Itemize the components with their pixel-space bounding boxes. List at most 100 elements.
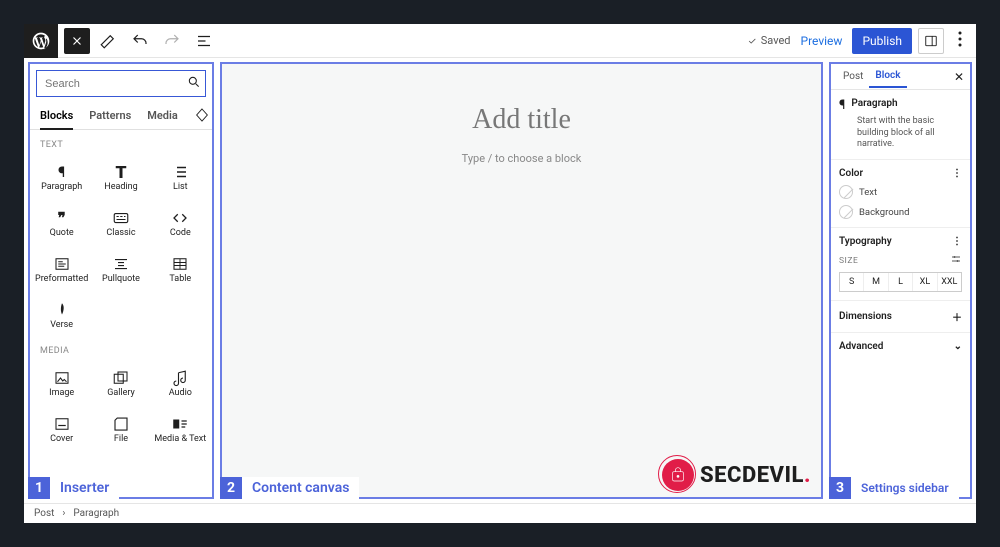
- annotation-canvas: 2 Content canvas: [220, 477, 359, 499]
- typography-options-icon[interactable]: ⋮: [952, 236, 962, 247]
- size-xxl[interactable]: XXL: [938, 273, 961, 291]
- publish-button[interactable]: Publish: [852, 28, 912, 54]
- size-label: SIZE: [839, 256, 858, 266]
- settings-sidebar: Post Block ✕ ¶ Paragraph Start with the …: [829, 62, 972, 499]
- gallery-icon: [112, 368, 130, 388]
- post-title-placeholder[interactable]: Add title: [472, 104, 571, 136]
- cover-icon: [53, 414, 71, 434]
- chevron-right-icon: ›: [62, 508, 65, 519]
- dimensions-panel[interactable]: Dimensions ＋: [831, 301, 970, 333]
- topbar: Saved Preview Publish: [24, 24, 976, 58]
- classic-icon: [112, 208, 130, 228]
- wordpress-logo[interactable]: [24, 24, 58, 58]
- file-icon: [112, 414, 130, 434]
- edit-icon[interactable]: [94, 27, 122, 55]
- redo-button[interactable]: [158, 27, 186, 55]
- advanced-heading: Advanced: [839, 341, 883, 352]
- block-gallery[interactable]: Gallery: [91, 360, 150, 404]
- font-size-selector[interactable]: S M L XL XXL: [839, 272, 962, 292]
- pullquote-icon: [112, 254, 130, 274]
- main-area: Blocks Patterns Media TEXT ¶Paragraph He…: [24, 58, 976, 503]
- swatch-icon: [839, 185, 853, 199]
- block-image[interactable]: Image: [32, 360, 91, 404]
- block-pullquote[interactable]: Pullquote: [91, 246, 150, 290]
- block-code[interactable]: Code: [151, 200, 210, 244]
- close-settings-button[interactable]: ✕: [954, 70, 964, 84]
- block-audio[interactable]: Audio: [151, 360, 210, 404]
- explore-arrow-icon[interactable]: [194, 107, 210, 126]
- preformatted-icon: [53, 254, 71, 274]
- annotation-inserter: 1 Inserter: [28, 477, 119, 499]
- brand-logo-icon: [662, 459, 694, 491]
- block-verse[interactable]: Verse: [32, 292, 91, 336]
- paragraph-icon: ¶: [839, 98, 845, 113]
- quote-icon: ❞: [58, 208, 66, 228]
- crumb-post[interactable]: Post: [34, 508, 54, 519]
- preview-button[interactable]: Preview: [801, 34, 843, 48]
- tab-blocks[interactable]: Blocks: [40, 103, 73, 129]
- audio-icon: [171, 368, 189, 388]
- block-quote[interactable]: ❞Quote: [32, 200, 91, 244]
- color-heading: Color: [839, 168, 863, 179]
- block-media-text[interactable]: Media & Text: [151, 406, 210, 450]
- sidebar-toggle-button[interactable]: [918, 28, 944, 54]
- media-text-icon: [171, 414, 189, 434]
- search-icon: [187, 75, 201, 92]
- color-options-icon[interactable]: ⋮: [952, 168, 962, 179]
- advanced-panel[interactable]: Advanced ⌄: [831, 333, 970, 360]
- block-file[interactable]: File: [91, 406, 150, 450]
- document-overview-button[interactable]: [190, 27, 218, 55]
- color-panel: Color ⋮ Text Background: [831, 160, 970, 228]
- heading-icon: [112, 162, 130, 182]
- color-background-row[interactable]: Background: [839, 205, 962, 219]
- tab-post[interactable]: Post: [837, 66, 869, 87]
- size-l[interactable]: L: [889, 273, 913, 291]
- brand-watermark: SECDEVIL.: [662, 459, 811, 491]
- undo-button[interactable]: [126, 27, 154, 55]
- image-icon: [53, 368, 71, 388]
- annotation-settings: 3 Settings sidebar: [829, 477, 959, 499]
- size-xl[interactable]: XL: [913, 273, 937, 291]
- tab-block[interactable]: Block: [869, 65, 906, 88]
- section-heading-media: MEDIA: [30, 336, 212, 360]
- block-heading[interactable]: Heading: [91, 154, 150, 198]
- block-name: Paragraph: [851, 98, 897, 113]
- typography-heading: Typography: [839, 236, 892, 247]
- size-s[interactable]: S: [840, 273, 864, 291]
- block-cover[interactable]: Cover: [32, 406, 91, 450]
- table-icon: [171, 254, 189, 274]
- block-search-input[interactable]: [45, 78, 187, 90]
- size-m[interactable]: M: [864, 273, 888, 291]
- text-blocks-grid: ¶Paragraph Heading List ❞Quote Classic C…: [30, 154, 212, 336]
- content-canvas[interactable]: Add title Type / to choose a block SECDE…: [220, 62, 823, 499]
- block-list[interactable]: List: [151, 154, 210, 198]
- section-heading-text: TEXT: [30, 130, 212, 154]
- inserter-tabs: Blocks Patterns Media: [30, 103, 212, 130]
- tab-patterns[interactable]: Patterns: [89, 103, 131, 129]
- inserter-panel: Blocks Patterns Media TEXT ¶Paragraph He…: [28, 62, 214, 499]
- brand-name: SECDEVIL.: [700, 463, 811, 488]
- block-description-panel: ¶ Paragraph Start with the basic buildin…: [831, 90, 970, 160]
- block-paragraph[interactable]: ¶Paragraph: [32, 154, 91, 198]
- size-settings-icon[interactable]: [950, 253, 962, 268]
- options-button[interactable]: [950, 31, 970, 50]
- block-preformatted[interactable]: Preformatted: [32, 246, 91, 290]
- block-classic[interactable]: Classic: [91, 200, 150, 244]
- verse-icon: [53, 300, 71, 320]
- block-table[interactable]: Table: [151, 246, 210, 290]
- tab-media[interactable]: Media: [147, 103, 178, 129]
- block-description: Start with the basic building block of a…: [857, 116, 962, 151]
- block-search[interactable]: [36, 70, 206, 97]
- close-inserter-button[interactable]: [64, 28, 90, 54]
- block-appender[interactable]: Type / to choose a block: [462, 152, 582, 165]
- paragraph-icon: ¶: [58, 162, 65, 182]
- color-text-row[interactable]: Text: [839, 185, 962, 199]
- settings-tabs: Post Block ✕: [831, 64, 970, 90]
- chevron-down-icon: ⌄: [954, 341, 962, 352]
- dimensions-heading: Dimensions: [839, 311, 892, 322]
- crumb-paragraph[interactable]: Paragraph: [73, 508, 119, 519]
- plus-icon: ＋: [952, 309, 962, 324]
- editor-window: Saved Preview Publish Blocks Patterns Me…: [24, 24, 976, 523]
- typography-panel: Typography ⋮ SIZE S M L XL XXL: [831, 228, 970, 301]
- block-breadcrumb: Post › Paragraph: [24, 503, 976, 523]
